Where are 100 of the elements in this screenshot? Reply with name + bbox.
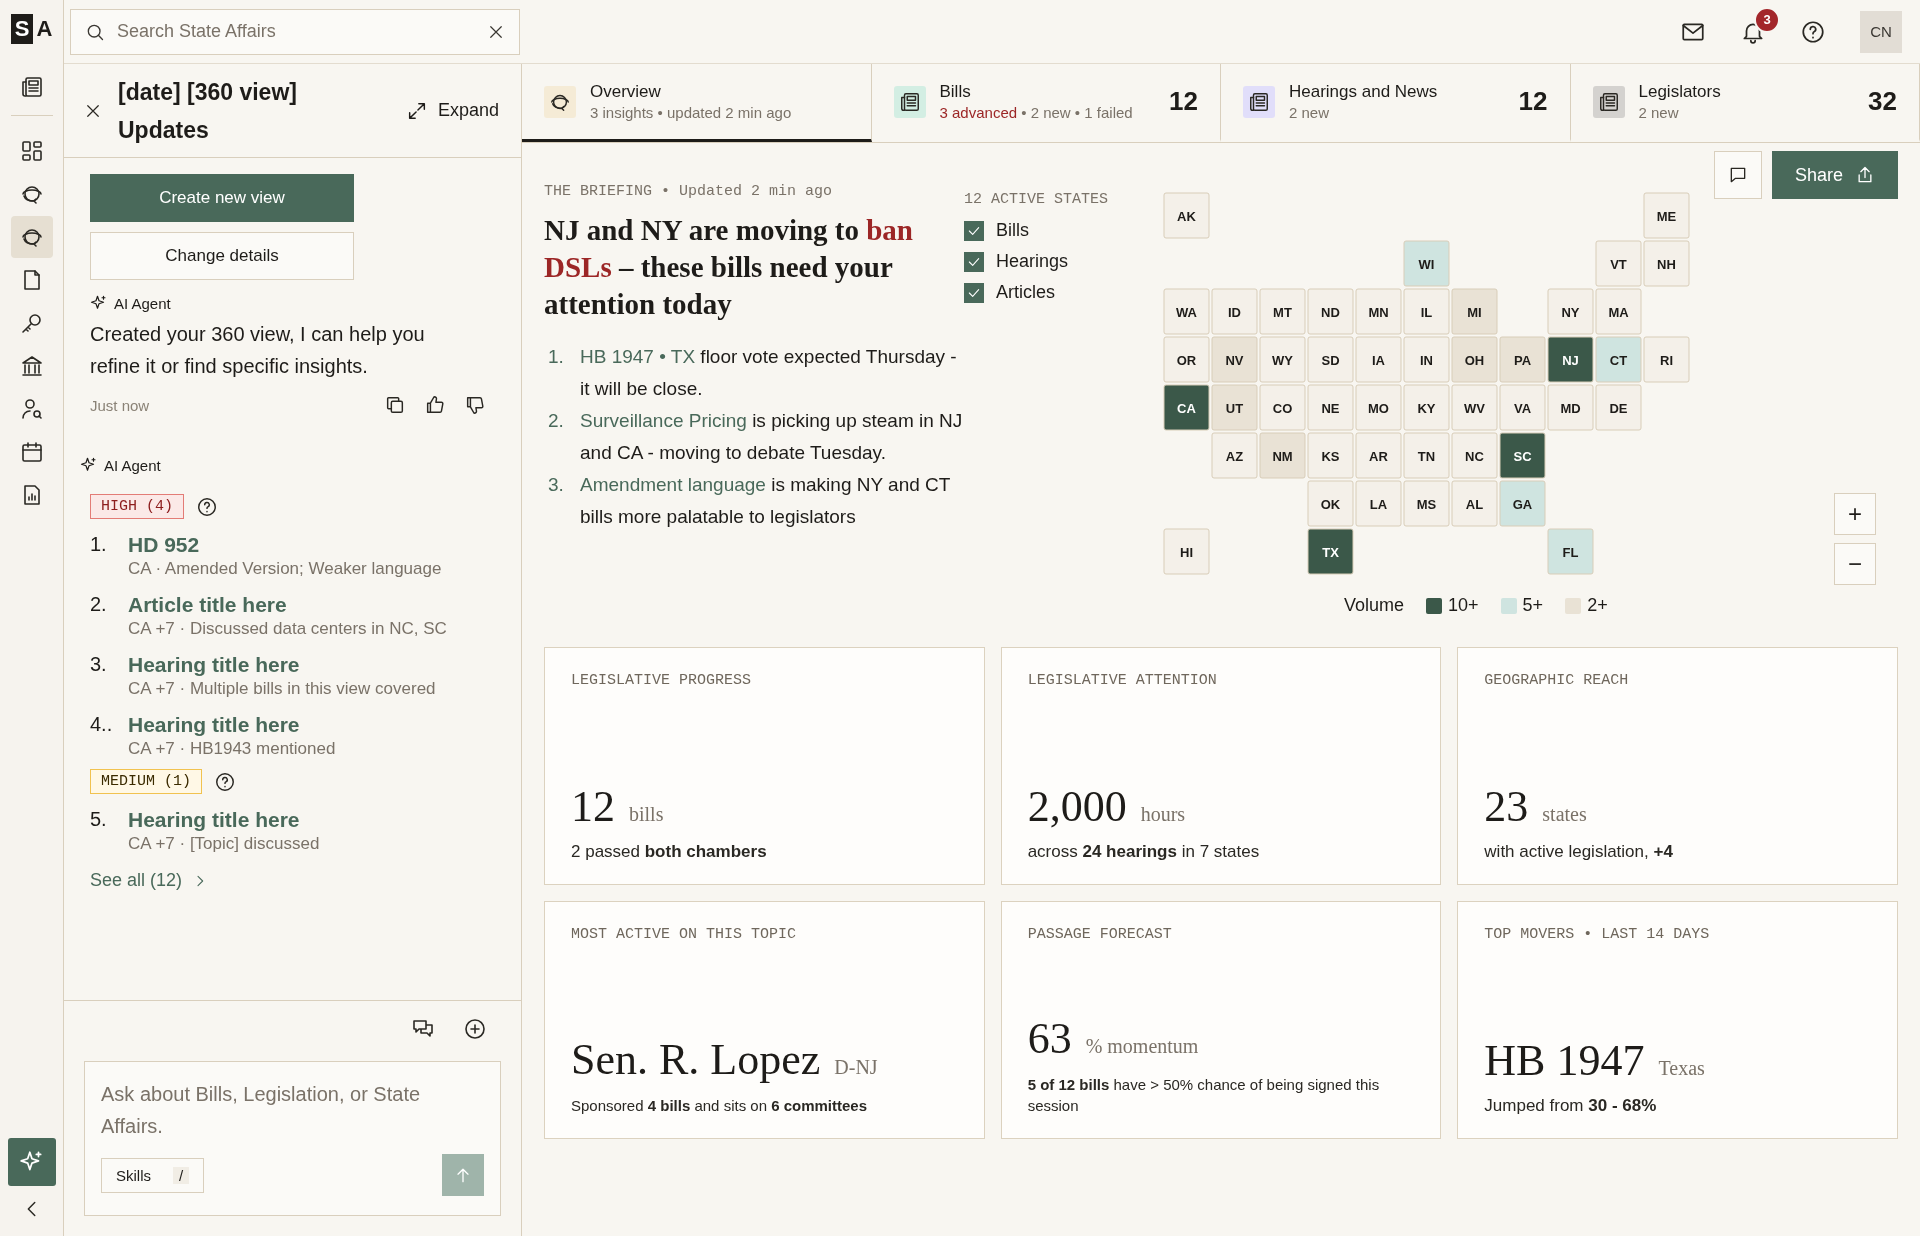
copy-icon[interactable] <box>384 394 406 416</box>
state-tile[interactable] <box>1163 384 1210 431</box>
insight-link[interactable]: Article title here <box>128 593 287 617</box>
briefing-link[interactable]: Surveillance Pricing <box>580 410 747 431</box>
insight-meta: CA · Amended Version; Weaker language <box>128 559 442 579</box>
state-tile[interactable] <box>1163 288 1210 335</box>
state-tile[interactable] <box>1547 384 1594 431</box>
insight-link[interactable]: Hearing title here <box>128 808 300 832</box>
state-tile[interactable] <box>1307 480 1354 527</box>
comment-button[interactable] <box>1714 151 1762 199</box>
layer-checkbox[interactable]: Hearings <box>964 251 1069 272</box>
help-icon[interactable] <box>1800 18 1826 45</box>
state-tile[interactable] <box>1403 336 1450 383</box>
search-input[interactable]: Search State Affairs <box>117 19 475 44</box>
sparkle-button[interactable] <box>7 1138 56 1186</box>
state-tile[interactable] <box>1595 288 1642 335</box>
zoom-in-button[interactable]: + <box>1834 493 1876 535</box>
state-tile[interactable] <box>1451 336 1498 383</box>
state-tile[interactable] <box>1163 336 1210 383</box>
briefing-link[interactable]: HB 1947 • TX <box>580 346 696 367</box>
plus-circle-icon[interactable] <box>463 1017 487 1041</box>
state-label: OH <box>1464 352 1485 368</box>
state-tile[interactable] <box>1643 240 1690 287</box>
state-tile[interactable] <box>1403 432 1450 479</box>
tab[interactable]: Legislators 2 new 32 <box>1570 64 1920 142</box>
expand-button[interactable]: Expand <box>405 99 499 122</box>
state-tile[interactable] <box>1259 432 1306 479</box>
zoom-out-button[interactable]: − <box>1834 543 1876 585</box>
insight-link[interactable]: Hearing title here <box>128 653 300 677</box>
state-tile[interactable] <box>1355 288 1402 335</box>
chat-input-box[interactable]: Ask about Bills, Legislation, or State Affairs. Skills / <box>84 1061 501 1216</box>
state-tile[interactable] <box>1643 336 1690 383</box>
briefing-link[interactable]: Amendment language <box>580 474 766 495</box>
layer-checkbox[interactable]: Bills <box>964 220 1029 241</box>
newspaper-icon <box>1248 90 1270 113</box>
state-tile[interactable] <box>1307 288 1354 335</box>
state-tile[interactable] <box>1547 528 1594 575</box>
state-label: WA <box>1176 304 1197 320</box>
state-tile[interactable] <box>1259 384 1306 431</box>
state-tile[interactable] <box>1211 288 1258 335</box>
user-avatar[interactable]: CN <box>1860 10 1902 53</box>
state-tile[interactable] <box>1355 480 1402 527</box>
state-tile[interactable] <box>1307 384 1354 431</box>
change-details-button[interactable]: Change details <box>90 232 354 280</box>
state-tile[interactable] <box>1403 288 1450 335</box>
share-button[interactable]: Share <box>1772 151 1898 199</box>
state-tile[interactable] <box>1211 432 1258 479</box>
state-tile[interactable] <box>1307 336 1354 383</box>
state-tile[interactable] <box>1355 384 1402 431</box>
state-tile[interactable] <box>1451 288 1498 335</box>
state-tile[interactable] <box>1163 528 1210 575</box>
thumbs-down-icon[interactable] <box>464 394 486 416</box>
state-tile[interactable] <box>1403 384 1450 431</box>
state-tile[interactable] <box>1499 432 1546 479</box>
state-tile[interactable] <box>1355 432 1402 479</box>
state-tile[interactable] <box>1595 384 1642 431</box>
stat-note: Sponsored 4 bills and sits on 6 committees <box>571 1096 869 1116</box>
help-icon[interactable] <box>196 495 218 518</box>
state-label: RI <box>1660 352 1673 368</box>
state-tile[interactable] <box>1547 336 1594 383</box>
see-all-link[interactable]: See all (12) <box>90 870 209 891</box>
chat-input[interactable]: Ask about Bills, Legislation, or State Affairs. <box>101 1078 484 1144</box>
orbit-icon[interactable] <box>10 216 53 258</box>
state-tile[interactable] <box>1211 336 1258 383</box>
state-tile[interactable] <box>1355 336 1402 383</box>
state-tile[interactable] <box>1451 384 1498 431</box>
state-tile[interactable] <box>1499 480 1546 527</box>
state-tile[interactable] <box>1259 288 1306 335</box>
create-view-button[interactable]: Create new view <box>90 174 354 222</box>
state-tile[interactable] <box>1643 192 1690 239</box>
state-tile[interactable] <box>1403 480 1450 527</box>
tab[interactable]: Overview 3 insights • updated 2 min ago <box>522 64 872 142</box>
state-tile[interactable] <box>1595 336 1642 383</box>
tab[interactable]: Hearings and News 2 new 12 <box>1221 64 1571 142</box>
insight-link[interactable]: Hearing title here <box>128 713 300 737</box>
state-tile[interactable] <box>1403 240 1450 287</box>
state-tile[interactable] <box>1259 336 1306 383</box>
state-label: IA <box>1372 352 1385 368</box>
search-field[interactable]: Search State Affairs <box>70 8 520 55</box>
state-tile[interactable] <box>1307 528 1354 575</box>
help-icon[interactable] <box>214 770 236 793</box>
item-number: 4.. <box>90 713 113 737</box>
insight-link[interactable]: HD 952 <box>128 533 200 557</box>
stat-note: 5 of 12 bills have > 50% chance of being signed this session <box>1027 1075 1381 1116</box>
tab[interactable]: Bills 3 advanced • 2 new • 1 failed 12 <box>871 64 1221 142</box>
state-label: CO <box>1272 400 1293 416</box>
state-tile[interactable] <box>1451 480 1498 527</box>
state-tile[interactable] <box>1307 432 1354 479</box>
state-tile[interactable] <box>1499 336 1546 383</box>
state-tile[interactable] <box>1547 288 1594 335</box>
state-tile[interactable] <box>1211 384 1258 431</box>
state-tile[interactable] <box>1595 240 1642 287</box>
thumbs-up-icon[interactable] <box>424 394 446 416</box>
state-tile[interactable] <box>1499 384 1546 431</box>
skills-button[interactable]: Skills / <box>101 1157 205 1193</box>
state-label: ND <box>1321 304 1340 320</box>
layer-checkbox[interactable]: Articles <box>964 282 1055 303</box>
agent-message: Created your 360 view, I can help you refine it or find specific insights. <box>90 322 426 379</box>
state-tile[interactable] <box>1451 432 1498 479</box>
state-tile[interactable] <box>1163 192 1210 239</box>
